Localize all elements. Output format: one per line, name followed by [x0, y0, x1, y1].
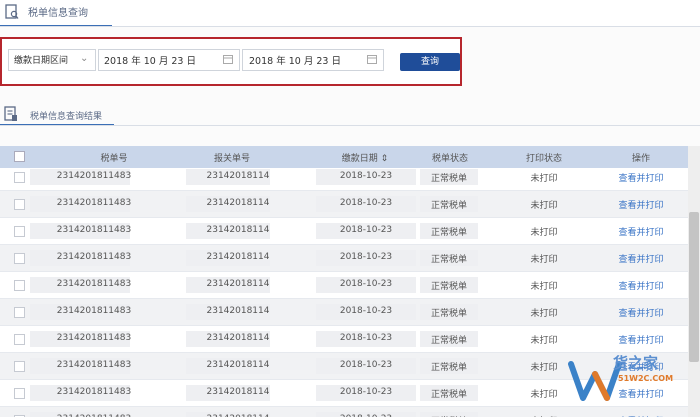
- row-checkbox[interactable]: [14, 226, 25, 237]
- row-checkbox[interactable]: [14, 361, 25, 372]
- row-checkbox[interactable]: [14, 253, 25, 264]
- row-checkbox[interactable]: [14, 172, 25, 183]
- cell-declaration-no: 23142018114: [206, 171, 270, 181]
- cell-tax-status: 正常税单: [430, 336, 468, 346]
- cell-tax-status: 正常税单: [430, 390, 468, 400]
- table-row: 2314201811483 23142018114 2018-10-23 正常税单 未打…: [0, 191, 688, 218]
- select-all-checkbox[interactable]: [14, 151, 25, 162]
- calendar-icon[interactable]: [367, 54, 377, 64]
- cell-tax-status: 正常税单: [430, 201, 468, 211]
- cell-tax-status: 正常税单: [430, 255, 468, 265]
- top-header: [0, 0, 700, 26]
- scrollbar-thumb[interactable]: [689, 212, 699, 362]
- cell-declaration-no: 23142018114: [206, 387, 270, 397]
- watermark-title: 货之家: [613, 354, 659, 372]
- cell-payment-date: 2018-10-23: [339, 171, 393, 181]
- cell-declaration-no: 23142018114: [206, 225, 270, 235]
- column-header-payment-date[interactable]: 缴款日期 ⇕: [342, 151, 388, 164]
- start-date-value: 2018 年 10 月 23 日: [104, 56, 196, 67]
- cell-tax-no: 2314201811483: [56, 279, 132, 289]
- cell-tax-no: 2314201811483: [56, 360, 132, 370]
- column-header-print-status: 打印状态: [525, 154, 563, 164]
- cell-declaration-no: 23142018114: [206, 252, 270, 262]
- table-row: 2314201811483 23142018114 2018-10-23 正常税单 未打…: [0, 245, 688, 272]
- cell-tax-status: 正常税单: [430, 309, 468, 319]
- cell-payment-date: 2018-10-23: [339, 198, 393, 208]
- document-search-icon: [5, 4, 19, 19]
- watermark-subtitle: 51W2C.COM: [618, 374, 674, 383]
- cell-tax-no: 2314201811483: [56, 387, 132, 397]
- cell-declaration-no: 23142018114: [206, 279, 270, 289]
- date-type-selected-value: 缴款日期区间: [14, 56, 69, 66]
- chevron-down-icon[interactable]: ⌄: [80, 53, 88, 64]
- cell-print-status: 未打印: [530, 255, 558, 265]
- cell-payment-date: 2018-10-23: [339, 252, 393, 262]
- column-header-actions: 操作: [631, 154, 651, 164]
- cell-print-status: 未打印: [530, 228, 558, 238]
- table-row: 2314201811483 23142018114 2018-10-23 正常税单 未打…: [0, 272, 688, 299]
- divider: [0, 26, 700, 27]
- row-checkbox[interactable]: [14, 280, 25, 291]
- cell-tax-status: 正常税单: [430, 282, 468, 292]
- table-row: 2314201811483 23142018114 2018-10-23 正常税单 未打…: [0, 168, 688, 191]
- view-and-print-link[interactable]: 查看并打印: [618, 198, 663, 211]
- query-button[interactable]: 查询: [400, 53, 460, 71]
- cell-print-status: 未打印: [530, 201, 558, 211]
- cell-payment-date: 2018-10-23: [339, 279, 393, 289]
- row-checkbox[interactable]: [14, 388, 25, 399]
- cell-print-status: 未打印: [530, 390, 558, 400]
- row-checkbox[interactable]: [14, 334, 25, 345]
- cell-tax-no: 2314201811483: [56, 171, 132, 181]
- page-title: 税单信息查询: [28, 8, 88, 19]
- cell-print-status: 未打印: [530, 282, 558, 292]
- cell-print-status: 未打印: [530, 174, 558, 184]
- view-and-print-link[interactable]: 查看并打印: [618, 333, 663, 346]
- table-row: 2314201811483 23142018114 2018-10-23 正常税单 未打…: [0, 299, 688, 326]
- cell-payment-date: 2018-10-23: [339, 306, 393, 316]
- cell-tax-no: 2314201811483: [56, 198, 132, 208]
- column-header-tax-status: 税单状态: [431, 154, 469, 164]
- cell-print-status: 未打印: [530, 363, 558, 373]
- cell-tax-status: 正常税单: [430, 174, 468, 184]
- cell-declaration-no: 23142018114: [206, 198, 270, 208]
- row-checkbox[interactable]: [14, 307, 25, 318]
- cell-tax-no: 2314201811483: [56, 252, 132, 262]
- cell-payment-date: 2018-10-23: [339, 225, 393, 235]
- cell-payment-date: 2018-10-23: [339, 333, 393, 343]
- table-row: 2314201811483 23142018114 2018-10-23 正常税单 未打…: [0, 218, 688, 245]
- cell-payment-date: 2018-10-23: [339, 360, 393, 370]
- column-header-declaration-no: 报关单号: [213, 154, 251, 164]
- cell-payment-date: 2018-10-23: [339, 387, 393, 397]
- calendar-icon[interactable]: [223, 54, 233, 64]
- cell-declaration-no: 23142018114: [206, 360, 270, 370]
- divider: [0, 125, 700, 126]
- view-and-print-link[interactable]: 查看并打印: [618, 306, 663, 319]
- view-and-print-link[interactable]: 查看并打印: [618, 225, 663, 238]
- column-header-tax-no: 税单号: [100, 154, 128, 164]
- cell-declaration-no: 23142018114: [206, 333, 270, 343]
- end-date-value: 2018 年 10 月 23 日: [249, 56, 341, 67]
- cell-print-status: 未打印: [530, 336, 558, 346]
- cell-tax-no: 2314201811483: [56, 306, 132, 316]
- view-and-print-link[interactable]: 查看并打印: [618, 279, 663, 292]
- tab-query-results[interactable]: 税单信息查询结果: [30, 109, 102, 122]
- document-list-icon: [4, 106, 17, 121]
- cell-tax-no: 2314201811483: [56, 225, 132, 235]
- view-and-print-link[interactable]: 查看并打印: [618, 252, 663, 265]
- row-checkbox[interactable]: [14, 199, 25, 210]
- cell-print-status: 未打印: [530, 309, 558, 319]
- cell-tax-no: 2314201811483: [56, 333, 132, 343]
- view-and-print-link[interactable]: 查看并打印: [618, 171, 663, 184]
- cell-tax-status: 正常税单: [430, 228, 468, 238]
- cell-tax-status: 正常税单: [430, 363, 468, 373]
- cell-declaration-no: 23142018114: [206, 306, 270, 316]
